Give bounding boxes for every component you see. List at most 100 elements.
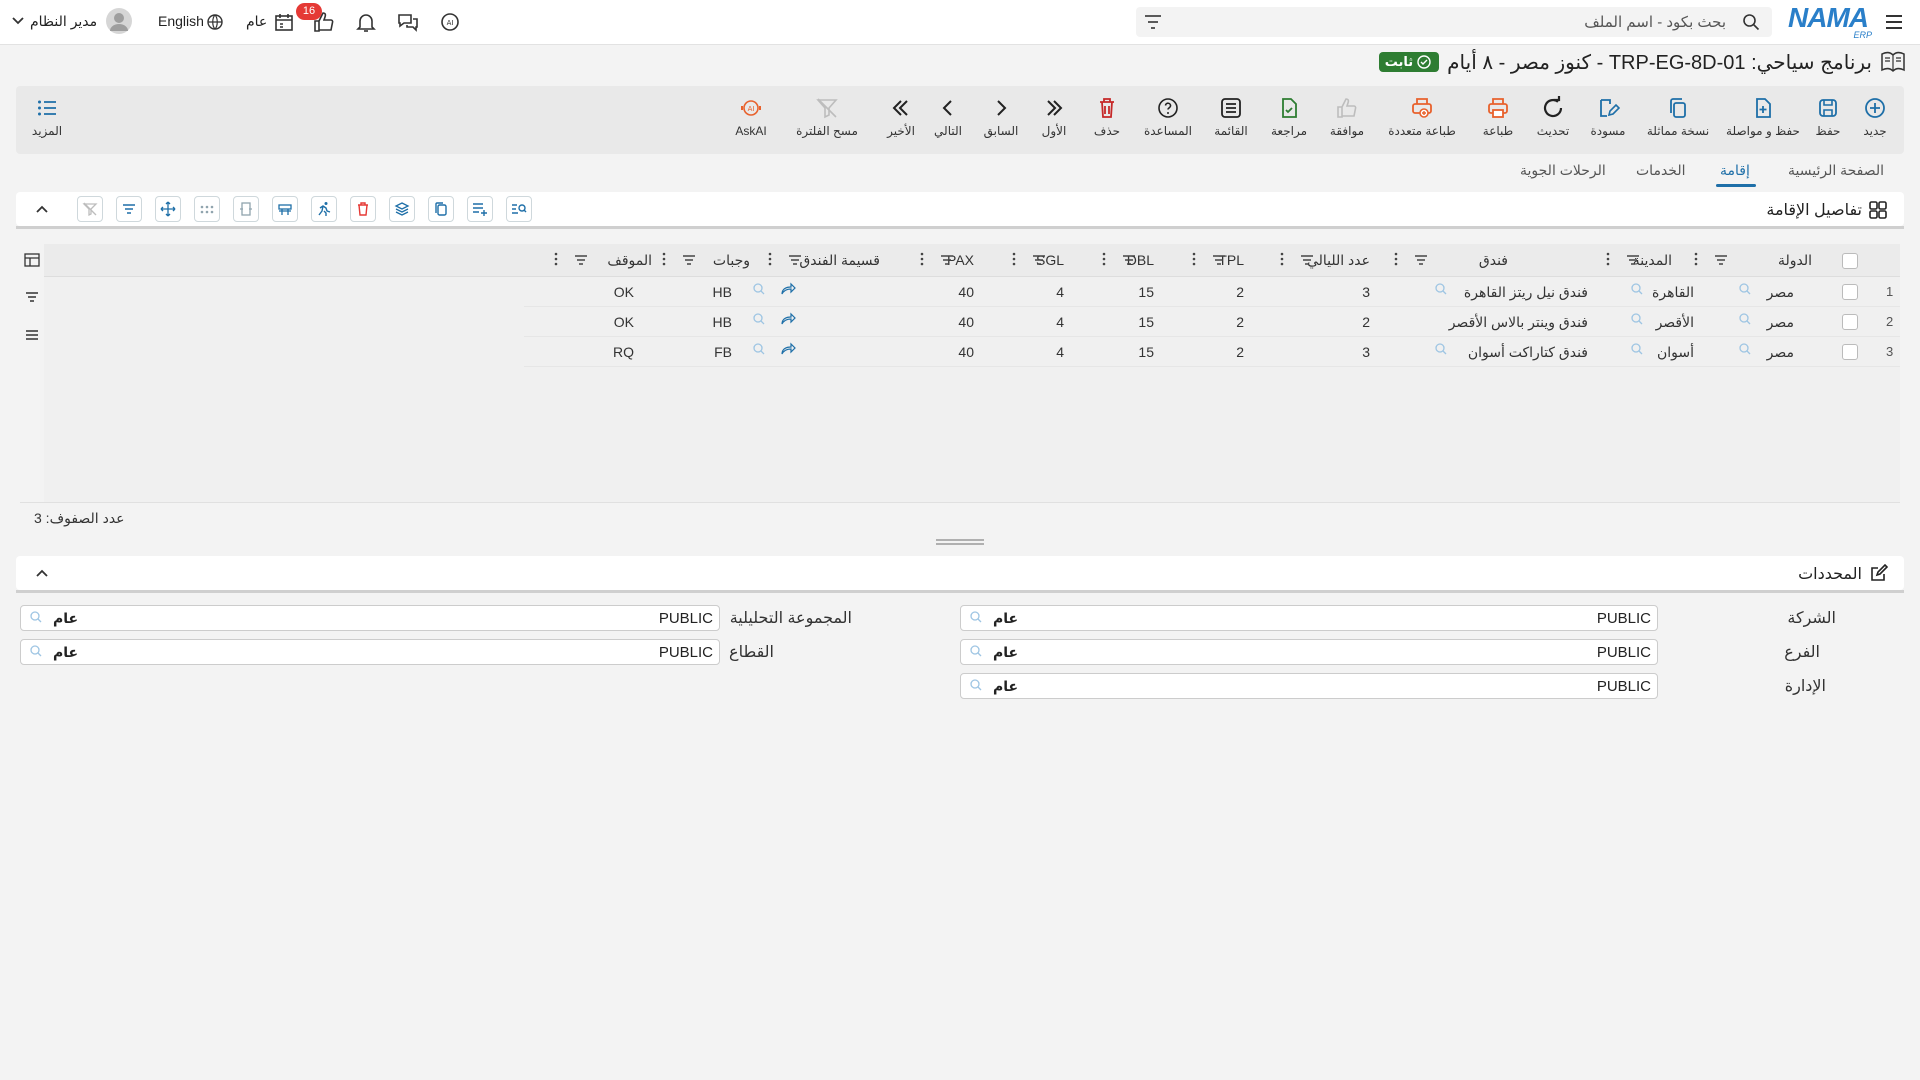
cell-hotel[interactable]: فندق وينتر بالاس الأقصر — [1449, 314, 1588, 331]
sector-field[interactable]: PUBLIC عام — [20, 639, 720, 665]
cell-meals[interactable]: HB — [713, 314, 732, 330]
cell-tpl[interactable]: 2 — [1236, 344, 1244, 360]
select-all-checkbox[interactable] — [1842, 253, 1858, 269]
help-button[interactable]: المساعدة — [1133, 96, 1203, 138]
cell-status[interactable]: OK — [614, 284, 634, 300]
cell-meals[interactable]: FB — [714, 344, 732, 360]
lookup-icon[interactable] — [752, 282, 766, 296]
tab-accommodation[interactable]: إقامة — [1720, 162, 1750, 179]
clear-filter-button[interactable]: مسح الفلترة — [784, 96, 870, 138]
cell-nights[interactable]: 2 — [1362, 314, 1370, 330]
add-row-button[interactable] — [467, 196, 493, 222]
cell-tpl[interactable]: 2 — [1236, 284, 1244, 300]
search-rows-button[interactable] — [506, 196, 532, 222]
col-country[interactable]: الدولة — [1778, 252, 1812, 269]
row-checkbox[interactable] — [1842, 314, 1858, 330]
chevron-down-icon[interactable] — [12, 16, 24, 26]
table-insert-button[interactable] — [272, 196, 298, 222]
col-nights-filter-icon[interactable] — [1300, 254, 1314, 266]
tab-flights[interactable]: الرحلات الجوية — [1520, 162, 1606, 179]
lookup-icon[interactable] — [969, 678, 983, 692]
search-box[interactable]: بحث بكود - اسم الملف — [1136, 7, 1772, 37]
lookup-icon[interactable] — [1434, 342, 1448, 356]
col-meals-filter-icon[interactable] — [682, 254, 696, 266]
dots-grid-button[interactable] — [194, 196, 220, 222]
collapse-chevron-icon[interactable] — [34, 202, 50, 216]
col-hotel-filter-icon[interactable] — [1414, 254, 1428, 266]
lookup-icon[interactable] — [1434, 282, 1448, 296]
cell-dbl[interactable]: 15 — [1138, 314, 1154, 330]
col-hotel-voucher[interactable]: قسيمة الفندق — [799, 252, 880, 269]
table-settings-icon[interactable] — [24, 252, 40, 268]
open-link-icon[interactable] — [780, 342, 796, 356]
cell-nights[interactable]: 3 — [1362, 344, 1370, 360]
list-button[interactable]: القائمة — [1196, 96, 1266, 138]
lookup-icon[interactable] — [1630, 312, 1644, 326]
cell-sgl[interactable]: 4 — [1056, 314, 1064, 330]
table-row[interactable]: 2 مصر الأقصر فندق وينتر بالاس الأقصر 2 2… — [524, 306, 1900, 337]
calendar-icon[interactable] — [272, 10, 296, 34]
filter-icon[interactable] — [1144, 14, 1162, 30]
lookup-icon[interactable] — [969, 610, 983, 624]
cell-country[interactable]: مصر — [1767, 314, 1794, 331]
bell-icon[interactable] — [354, 10, 378, 34]
last-button[interactable]: الأخير — [866, 96, 936, 138]
cell-dbl[interactable]: 15 — [1138, 344, 1154, 360]
move-button[interactable] — [155, 196, 181, 222]
cell-country[interactable]: مصر — [1767, 344, 1794, 361]
chat-icon[interactable] — [396, 10, 420, 34]
col-tpl-filter-icon[interactable] — [1212, 254, 1226, 266]
side-filter-icon[interactable] — [24, 290, 40, 304]
col-voucher-menu-icon[interactable] — [920, 252, 924, 266]
search-input[interactable]: بحث بكود - اسم الملف — [1584, 13, 1726, 31]
col-city-menu-icon[interactable] — [1694, 252, 1698, 266]
cell-pax[interactable]: 40 — [958, 344, 974, 360]
delete-rows-button[interactable] — [350, 196, 376, 222]
run-icon-button[interactable] — [311, 196, 337, 222]
cell-pax[interactable]: 40 — [958, 284, 974, 300]
lookup-icon[interactable] — [752, 342, 766, 356]
duplicate-button[interactable]: نسخة مماثلة — [1638, 96, 1718, 138]
cell-hotel[interactable]: فندق كتاراكت أسوان — [1468, 344, 1588, 361]
col-tpl-menu-icon[interactable] — [1280, 252, 1284, 266]
department-field[interactable]: PUBLIC عام — [960, 673, 1658, 699]
ai-assistant-icon[interactable]: AI — [438, 10, 462, 34]
save-continue-button[interactable]: حفظ و مواصلة — [1720, 96, 1806, 138]
cell-tpl[interactable]: 2 — [1236, 314, 1244, 330]
side-columns-icon[interactable] — [24, 328, 40, 342]
col-nights[interactable]: عدد الليالي — [1307, 252, 1370, 269]
col-status-filter-icon[interactable] — [574, 254, 588, 266]
row-checkbox[interactable] — [1842, 284, 1858, 300]
col-voucher-filter-icon[interactable] — [788, 254, 802, 266]
lookup-icon[interactable] — [29, 610, 43, 624]
cell-hotel[interactable]: فندق نيل ريتز القاهرة — [1464, 284, 1588, 301]
cell-city[interactable]: أسوان — [1657, 344, 1694, 361]
col-status[interactable]: الموقف — [607, 252, 652, 269]
cell-status[interactable]: OK — [614, 314, 634, 330]
filter-lines-button[interactable] — [116, 196, 142, 222]
col-sgl-menu-icon[interactable] — [1102, 252, 1106, 266]
lookup-icon[interactable] — [1738, 342, 1752, 356]
company-field[interactable]: PUBLIC عام — [960, 605, 1658, 631]
menu-icon[interactable] — [1884, 12, 1904, 32]
cell-city[interactable]: القاهرة — [1652, 284, 1694, 301]
more-button[interactable]: المزيد — [12, 96, 82, 138]
lookup-icon[interactable] — [969, 644, 983, 658]
globe-icon[interactable] — [206, 13, 224, 31]
scope-label[interactable]: عام — [246, 13, 267, 30]
cell-nights[interactable]: 3 — [1362, 284, 1370, 300]
row-checkbox[interactable] — [1842, 344, 1858, 360]
lookup-icon[interactable] — [29, 644, 43, 658]
col-hotel-menu-icon[interactable] — [1606, 252, 1610, 266]
lookup-icon[interactable] — [1738, 282, 1752, 296]
col-pax-filter-icon[interactable] — [940, 254, 954, 266]
column-width-button[interactable] — [233, 196, 259, 222]
col-status-menu-icon[interactable] — [662, 252, 666, 266]
clear-filter-mini-button[interactable] — [77, 196, 103, 222]
cell-sgl[interactable]: 4 — [1056, 284, 1064, 300]
user-name[interactable]: مدير النظام — [30, 13, 97, 30]
col-sgl-filter-icon[interactable] — [1032, 254, 1046, 266]
lookup-icon[interactable] — [1630, 282, 1644, 296]
multi-print-button[interactable]: طباعة متعددة — [1384, 96, 1460, 138]
tab-home[interactable]: الصفحة الرئيسية — [1788, 162, 1884, 179]
